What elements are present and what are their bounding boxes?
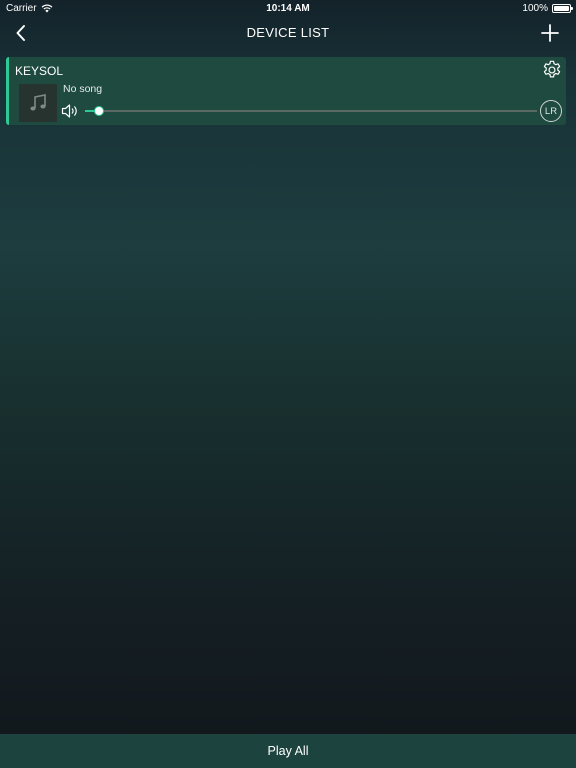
gear-icon[interactable]: [541, 59, 563, 81]
device-name: KEYSOL: [15, 64, 64, 78]
status-bar: Carrier 10:14 AM 100%: [0, 0, 576, 18]
battery-icon: [552, 4, 573, 13]
channel-lr-button[interactable]: LR: [540, 100, 562, 122]
page-title: DEVICE LIST: [246, 25, 330, 40]
device-card[interactable]: KEYSOL No song LR: [6, 57, 566, 125]
plus-icon[interactable]: [538, 21, 562, 45]
volume-track: [85, 110, 537, 112]
status-time: 10:14 AM: [266, 3, 310, 14]
volume-thumb[interactable]: [93, 106, 104, 116]
volume-slider[interactable]: [85, 105, 537, 117]
song-title: No song: [63, 83, 103, 95]
battery-percent: 100%: [522, 3, 548, 14]
play-all-button[interactable]: Play All: [0, 734, 576, 768]
nav-bar: DEVICE LIST: [0, 18, 576, 48]
battery-group: 100%: [522, 3, 573, 14]
music-note-icon: [30, 94, 46, 111]
speaker-icon[interactable]: [61, 103, 79, 119]
album-art: [19, 84, 57, 122]
